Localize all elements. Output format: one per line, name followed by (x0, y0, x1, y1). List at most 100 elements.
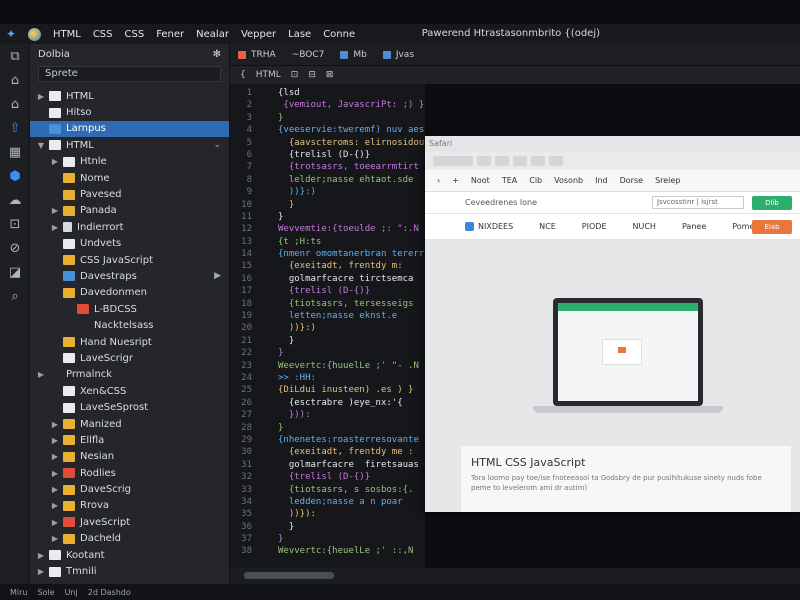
browser-tab[interactable] (531, 156, 545, 166)
browser-select[interactable]: Jsvcosstinr | isjrst (652, 196, 744, 209)
tree-item[interactable]: ▶ Dacheld (30, 531, 229, 547)
status-item[interactable]: 2d Dashdo (88, 588, 131, 597)
tab-trha[interactable]: TRHA (230, 44, 284, 66)
menu-item-vepper[interactable]: Vepper (241, 29, 276, 40)
browser-nav-item[interactable]: Noot (471, 176, 490, 185)
extensions-icon[interactable]: ▦ (0, 140, 30, 164)
tree-item[interactable]: Undvets (30, 236, 229, 252)
site-nav-item[interactable]: PIODE (582, 222, 607, 231)
tree-item[interactable]: Xen&CSS (30, 383, 229, 399)
site-nav-item[interactable]: Panee (682, 222, 706, 231)
tree-item[interactable]: Pavesed (30, 186, 229, 202)
menu-item-conne[interactable]: Conne (323, 29, 355, 40)
chevron-icon[interactable]: ▶ (50, 206, 60, 215)
tab-jvas[interactable]: Jvas (375, 44, 422, 66)
chevron-icon[interactable]: ▶ (50, 436, 60, 445)
browser-logo-icon[interactable] (28, 27, 41, 41)
scrollbar-thumb[interactable] (244, 572, 334, 579)
browser-nav-item[interactable]: Vosonb (554, 176, 583, 185)
tree-item[interactable]: ▶ Ellfla (30, 432, 229, 448)
tree-item[interactable]: ▶ Rodlies (30, 465, 229, 481)
menu-item-nealar[interactable]: Nealar (196, 29, 229, 40)
menu-item-css-2[interactable]: CSS (125, 29, 145, 40)
add-icon[interactable]: + (452, 176, 459, 185)
tree-item[interactable]: ▶ Kootant (30, 547, 229, 563)
chevron-icon[interactable]: ▶ (36, 551, 46, 560)
chevron-icon[interactable]: ▶ (36, 567, 46, 576)
tree-item[interactable]: Nacktelsass (30, 317, 229, 333)
status-item[interactable]: Miru (10, 588, 27, 597)
git-icon[interactable]: ⌂ (0, 92, 30, 116)
tab-mb[interactable]: Mb (332, 44, 374, 66)
browser-tab[interactable] (477, 156, 491, 166)
site-brand[interactable]: NIXDEES (478, 222, 513, 231)
tree-item[interactable]: LaveSeSprost (30, 399, 229, 415)
browser-nav-item[interactable]: Sreiep (655, 176, 680, 185)
tree-item[interactable]: LaveScrigr (30, 350, 229, 366)
horizontal-scrollbar[interactable] (230, 568, 800, 584)
tree-item[interactable]: CSS JavaScript (30, 252, 229, 268)
chevron-icon[interactable]: ▶ (50, 518, 60, 527)
tree-item[interactable]: ▶ Tmnili (30, 563, 229, 579)
tree-item[interactable]: ▶ HTML (30, 88, 229, 104)
tree-item[interactable]: ▶ Rrova (30, 498, 229, 514)
chevron-icon[interactable]: ▶ (50, 469, 60, 478)
tree-item[interactable]: ▶ Manized (30, 416, 229, 432)
green-button[interactable]: Dlib (752, 196, 792, 210)
status-item[interactable]: Unj (65, 588, 78, 597)
search-icon[interactable]: ⌕ (0, 284, 30, 308)
tree-item[interactable]: Davestraps ▶ (30, 268, 229, 284)
sidebar-search-input[interactable]: Sprete (38, 66, 221, 82)
tree-item[interactable]: ▶ Nesian (30, 449, 229, 465)
browser-nav-item[interactable]: Cib (529, 176, 542, 185)
tree-item[interactable]: ▶ Panada (30, 203, 229, 219)
tree-item[interactable]: Davedonmen (30, 285, 229, 301)
code-editor[interactable]: 1 2 3 4 5 6 7 8 9 10 11 12 13 14 15 16 17 18 19 20 21 22 23 24 2… (230, 84, 425, 568)
tree-item[interactable]: Nome (30, 170, 229, 186)
orange-button[interactable]: Elab (752, 220, 792, 234)
home-icon[interactable]: ⌂ (0, 68, 30, 92)
tree-item[interactable]: ▶ Prmalnck (30, 367, 229, 383)
browser-tab[interactable] (513, 156, 527, 166)
browser-nav-item[interactable]: Ind (595, 176, 608, 185)
menu-item-css[interactable]: CSS (93, 29, 113, 40)
site-nav-item[interactable]: NCE (539, 222, 556, 231)
tree-item[interactable]: Larnpus (30, 120, 229, 138)
status-item[interactable]: Sole (37, 588, 54, 597)
chevron-icon[interactable]: ▶ (50, 157, 60, 166)
tree-item[interactable]: L-BDCSS (30, 301, 229, 317)
tree-item[interactable]: ▶ Indierrort (30, 219, 229, 235)
tree-item[interactable]: ▼ HTML ⌄ (30, 137, 229, 153)
split-icon[interactable]: ⊡ (291, 70, 299, 80)
chevron-right-icon[interactable]: ▶ (214, 271, 221, 281)
chevron-icon[interactable]: ▶ (50, 223, 60, 232)
address-text[interactable]: Ceveedrenes lone (465, 198, 537, 207)
browser-nav-item[interactable]: TEA (502, 176, 517, 185)
layout-icon[interactable]: ⊟ (308, 70, 316, 80)
chevron-icon[interactable]: ▶ (50, 452, 60, 461)
tree-item[interactable]: ▶ DaveScrig (30, 481, 229, 497)
site-nav-item[interactable]: NUCH (633, 222, 656, 231)
cloud-icon[interactable]: ☁ (0, 188, 30, 212)
breadcrumb-item[interactable]: HTML (256, 70, 281, 80)
chevron-icon[interactable]: ▶ (50, 485, 60, 494)
menu-item-html[interactable]: HTML (53, 29, 81, 40)
tree-item[interactable]: Hitso (30, 104, 229, 120)
chevron-icon[interactable]: ▶ (50, 420, 60, 429)
chevron-down-icon[interactable]: ⌄ (213, 140, 221, 150)
debug-icon[interactable]: ⬢ (0, 164, 30, 188)
tab-boc7[interactable]: ~BOC7 (284, 44, 333, 66)
chevron-icon[interactable]: ▶ (50, 534, 60, 543)
tree-item[interactable]: ▶ Htnle (30, 154, 229, 170)
chevron-icon[interactable]: ▶ (36, 92, 46, 101)
browser-tab[interactable] (433, 156, 473, 166)
chevron-icon[interactable]: ▶ (50, 501, 60, 510)
pin-icon[interactable]: ✻ (213, 49, 221, 60)
link-icon[interactable]: ⊘ (0, 236, 30, 260)
files-icon[interactable]: ⧉ (0, 44, 30, 68)
chevron-icon[interactable]: ▼ (36, 141, 46, 150)
box-icon[interactable]: ◪ (0, 260, 30, 284)
breadcrumb-item[interactable]: { (240, 70, 246, 80)
grid-icon[interactable]: ⊠ (326, 70, 334, 80)
browser-tab[interactable] (549, 156, 563, 166)
